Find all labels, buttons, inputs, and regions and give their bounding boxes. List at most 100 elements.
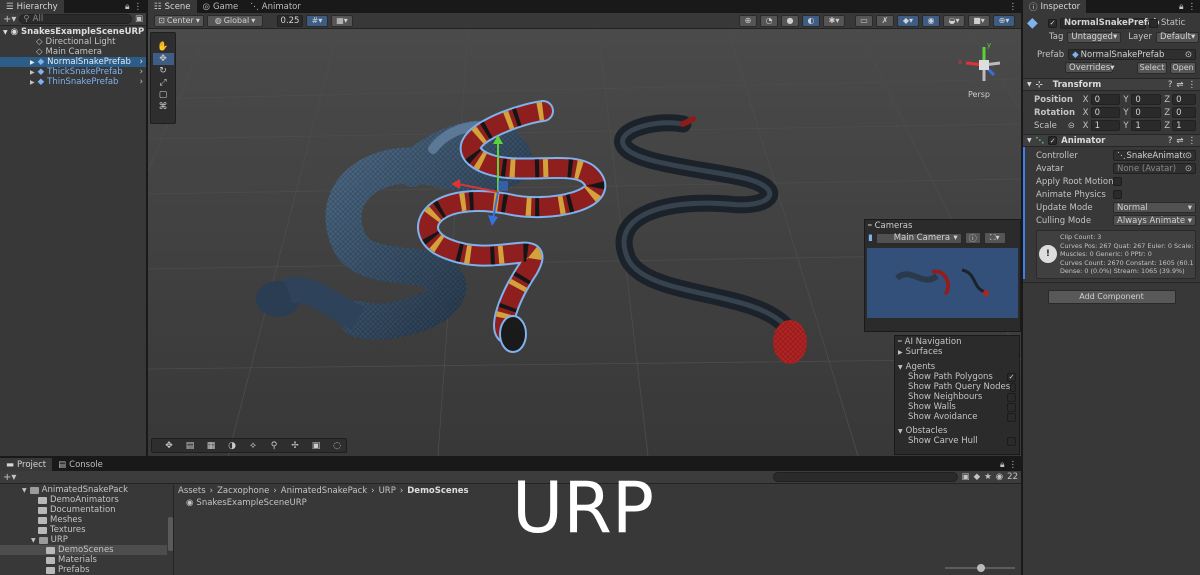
breadcrumb-item[interactable]: Assets [178, 486, 206, 496]
view-tool-1-button[interactable]: ✥ [160, 440, 178, 452]
culling-mode-dropdown[interactable]: Always Animate ▾ [1113, 215, 1196, 226]
lock-icon[interactable]: 🔒︎ [125, 2, 130, 12]
kebab-menu-icon[interactable]: ⋮ [1188, 2, 1197, 12]
scene-viewport[interactable]: ✋ ✥ ↻ ⤢ ▢ ⌘ y x Persp ═ Cameras ▮ Main C… [148, 29, 1021, 456]
link-icon[interactable]: ⊝ [1068, 121, 1078, 131]
surfaces-foldout[interactable]: ▶ Surfaces [898, 347, 1016, 357]
folder-item[interactable]: ▼ AnimatedSnakePack [0, 485, 173, 495]
static-checkbox[interactable] [1149, 18, 1158, 28]
icon-size-slider[interactable] [945, 564, 1015, 572]
presets-icon[interactable]: ⇌ [1176, 80, 1183, 90]
view-tool-2-button[interactable]: ▤ [181, 440, 199, 452]
kebab-menu-icon[interactable]: ⋮ [1188, 136, 1197, 146]
tree-scrollbar[interactable] [168, 517, 173, 551]
expand-arrow-icon[interactable]: ▼ [3, 29, 8, 36]
rotate-tool-button[interactable]: ↻ [153, 65, 174, 77]
hierarchy-item-normal-snake[interactable]: ▶ ◆ NormalSnakePrefab › [0, 57, 146, 67]
tab-animator[interactable]: ⋱ Animator [244, 0, 307, 13]
show-carve-hull-checkbox[interactable] [1007, 436, 1016, 446]
expand-arrow-icon[interactable]: ▶ [30, 79, 35, 86]
audio-toggle-button[interactable]: ◆▾ [897, 14, 919, 27]
gizmos-dropdown[interactable]: ⊕▾ [993, 14, 1015, 27]
slider-thumb[interactable] [977, 564, 985, 572]
orientation-gizmo[interactable]: y x Persp [956, 41, 1012, 101]
add-component-button[interactable]: Add Component [1047, 289, 1176, 304]
camera-info-button[interactable]: ⓘ [964, 232, 981, 244]
tab-inspector[interactable]: ⓘ Inspector [1023, 0, 1087, 13]
view-tool-5-button[interactable]: ⟡ [244, 440, 262, 452]
file-list-item[interactable]: ◉ SnakesExampleSceneURP [186, 498, 307, 508]
show-path-polygons-checkbox[interactable]: ✓ [1007, 372, 1016, 382]
transform-header[interactable]: ▼ ⊹ Transform ? ⇌ ⋮ [1023, 78, 1200, 91]
lock-icon[interactable]: 🔒︎ [1179, 2, 1184, 12]
hierarchy-item-thin-snake[interactable]: ▶ ◆ ThinSnakePrefab › [0, 77, 146, 87]
overrides-dropdown[interactable]: Overrides ▾ [1065, 62, 1115, 73]
search-filter-icon[interactable]: ▣ [135, 14, 143, 24]
drag-handle-icon[interactable]: ═ [898, 338, 902, 345]
render-mode-button[interactable]: ✱▾ [823, 14, 845, 27]
view-tool-6-button[interactable]: ⚲ [265, 440, 283, 452]
tab-game[interactable]: ◎ Game [197, 0, 245, 13]
pivot-dropdown[interactable]: ⊡ Center ▾ [154, 14, 204, 27]
snap-increment-field[interactable]: 0.25 [277, 14, 303, 27]
lock-icon[interactable]: 🔒︎ [1000, 460, 1005, 470]
scene-tool-button[interactable]: ⊕ [739, 14, 757, 27]
object-picker-icon[interactable]: ⊙ [1185, 164, 1192, 174]
chevron-right-icon[interactable]: › [140, 77, 143, 87]
view-tool-3-button[interactable]: ▦ [202, 440, 220, 452]
select-prefab-button[interactable]: Select [1137, 61, 1167, 74]
move-tool-button[interactable]: ✥ [152, 53, 174, 65]
rotation-x-field[interactable]: 0 [1090, 107, 1121, 118]
shading-wireframe-button[interactable]: ◔ [760, 14, 778, 27]
project-search-input[interactable] [772, 472, 958, 482]
tab-project[interactable]: ▬ Project [0, 458, 53, 471]
persp-label[interactable]: Persp [968, 90, 990, 99]
help-icon[interactable]: ? [1168, 80, 1173, 90]
folder-item[interactable]: ▼ URP [0, 535, 173, 545]
camera-settings-button[interactable]: ■▾ [968, 14, 990, 27]
grid-snap-button[interactable]: #▾ [306, 14, 328, 27]
favorite-star-icon[interactable]: ★ [984, 472, 992, 482]
tag-dropdown[interactable]: Untagged ▾ [1067, 31, 1122, 43]
search-by-label-icon[interactable]: ◆ [974, 472, 981, 482]
tab-hierarchy[interactable]: ☰ Hierarchy [0, 0, 64, 13]
folder-item-selected[interactable]: DemoScenes [0, 545, 167, 555]
animate-physics-checkbox[interactable] [1113, 190, 1122, 199]
controller-field[interactable]: ⋱ SnakeAnimatorNo ⊙ [1113, 150, 1196, 161]
search-input[interactable]: ⚲ All [19, 14, 132, 24]
view-tool-7-button[interactable]: ✢ [286, 440, 304, 452]
shading-lit-button[interactable]: ◐ [802, 14, 820, 27]
show-avoidance-checkbox[interactable] [1007, 412, 1016, 422]
position-y-field[interactable]: 0 [1131, 94, 1162, 105]
grid-visibility-button[interactable]: ▦▾ [331, 14, 353, 27]
object-picker-icon[interactable]: ⊙ [1185, 151, 1192, 160]
effects-dropdown[interactable]: ◒▾ [943, 14, 965, 27]
drag-handle-icon[interactable]: ═ [868, 222, 872, 229]
hierarchy-item-thick-snake[interactable]: ▶ ◆ ThickSnakePrefab › [0, 67, 146, 77]
eye-icon[interactable]: ◉ [996, 472, 1003, 482]
object-name-field[interactable]: NormalSnakePrefab [1060, 17, 1159, 29]
kebab-menu-icon[interactable]: ⋮ [1188, 80, 1197, 90]
update-mode-dropdown[interactable]: Normal ▾ [1113, 202, 1196, 213]
camera-select-dropdown[interactable]: Main Camera ▾ [875, 232, 962, 244]
position-x-field[interactable]: 0 [1090, 94, 1121, 105]
avatar-field[interactable]: None (Avatar) ⊙ [1113, 163, 1196, 174]
breadcrumb-item[interactable]: URP [379, 486, 396, 496]
show-neighbours-checkbox[interactable] [1007, 392, 1016, 402]
show-walls-checkbox[interactable] [1007, 402, 1016, 412]
hierarchy-item-main-camera[interactable]: ◇ Main Camera [0, 47, 146, 57]
scale-x-field[interactable]: 1 [1090, 120, 1121, 131]
kebab-menu-icon[interactable]: ⋮ [1009, 460, 1018, 470]
2d-toggle-button[interactable]: ▭ [855, 14, 873, 27]
object-picker-icon[interactable]: ⊙ [1185, 50, 1192, 60]
folder-item[interactable]: Meshes [0, 515, 173, 525]
create-asset-button[interactable]: +▾ [3, 472, 16, 483]
open-prefab-button[interactable]: Open [1170, 61, 1196, 74]
add-button[interactable]: +▾ [3, 14, 16, 25]
rotation-z-field[interactable]: 0 [1172, 107, 1196, 118]
apply-root-motion-checkbox[interactable] [1113, 177, 1122, 186]
position-z-field[interactable]: 0 [1172, 94, 1196, 105]
chevron-right-icon[interactable]: › [140, 57, 143, 67]
search-by-type-icon[interactable]: ▣ [962, 472, 970, 482]
presets-icon[interactable]: ⇌ [1176, 136, 1183, 146]
